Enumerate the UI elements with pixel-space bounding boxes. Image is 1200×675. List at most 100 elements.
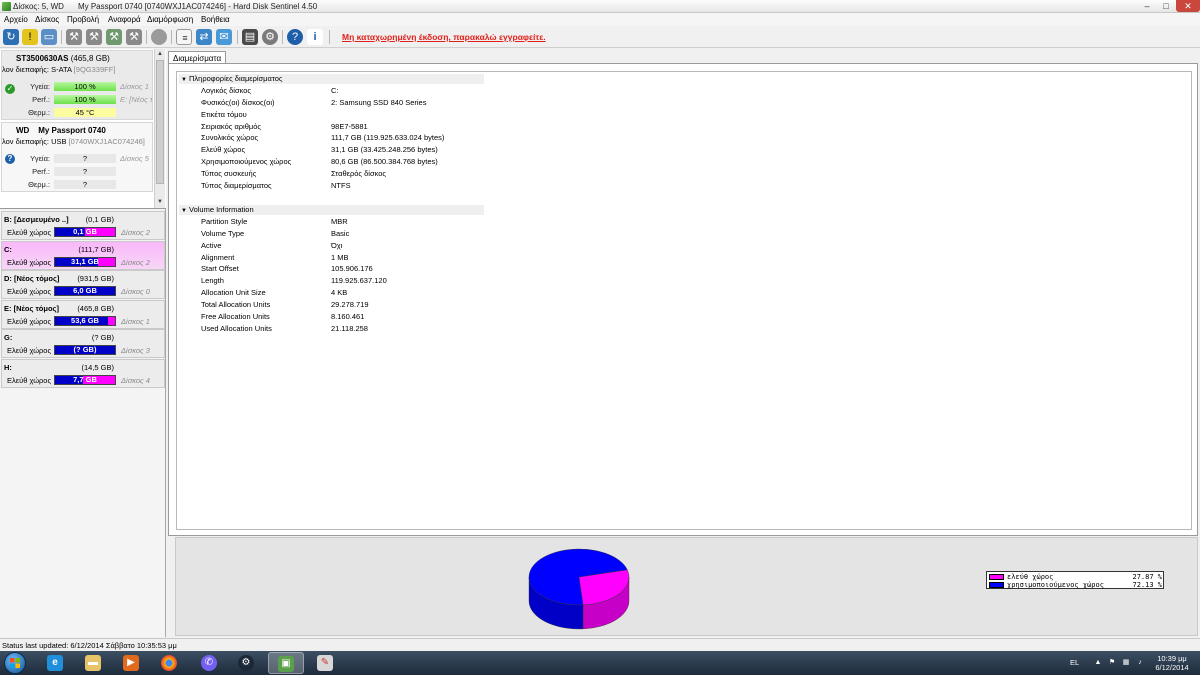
disk-card-2[interactable]: WD My Passport 0740 λον διεπαφής: USB [0… [1,122,153,192]
volume-item[interactable]: H: (14,5 GB) Ελεύθ χώρος 7,7 GB Δίσκος 4 [1,358,165,388]
show-hidden-icon[interactable]: ▲ [1094,659,1102,667]
volume-item[interactable]: D: [Νέος τόμος] (931,5 GB) Ελεύθ χώρος 6,0 … [1,270,165,299]
scroll-up-icon[interactable]: ▲ [155,49,165,59]
viber-icon: ✆ [201,655,217,671]
property-key: Ελεύθ χώρος [201,145,246,155]
refresh-icon[interactable]: ↻ [3,29,19,45]
disk-name: WD [16,126,30,135]
scroll-thumb[interactable] [156,60,164,184]
help-icon[interactable]: ? [287,29,303,45]
free-space-label: Ελεύθ χώρος [7,346,52,355]
disk-serial: [9QG339FF] [73,65,116,74]
taskbar-viber[interactable]: ✆ [192,652,228,674]
taskbar-explorer[interactable]: ▬ [76,652,112,674]
disk-list: ST3500630AS (465,8 GB) λον διεπαφής: S-A… [0,49,166,209]
minimize-button[interactable]: – [1138,0,1156,12]
menu-report[interactable]: Αναφορά [108,15,141,24]
property-key: Partition Style [201,217,248,226]
free-space-value: 31,1 GB [71,256,99,266]
clock-time: 10:39 μμ [1157,654,1187,663]
sync-icon[interactable]: ⇄ [196,29,212,45]
property-row: Τύπος συσκευής Σταθερός δίσκος [177,168,677,180]
disk-card-1[interactable]: ST3500630AS (465,8 GB) λον διεπαφής: S-A… [1,50,153,120]
taskbar-ie[interactable]: e [38,652,74,674]
volume-item[interactable]: B: [Δεσμευμένο ..] (0,1 GB) Ελεύθ χώρος 0,1… [1,211,165,240]
volume-info-header[interactable]: ▼ Volume Information [179,205,484,215]
volume-disk: Δίσκος 4 [121,375,150,385]
info-icon[interactable]: i [307,29,323,45]
tool-icon[interactable]: ⚒ [126,29,142,45]
volume-name: D: [Νέος τόμος] [4,274,60,283]
scroll-down-icon[interactable]: ▼ [155,197,165,207]
partition-info-header[interactable]: ▼ Πληροφορίες διαμερίσματος [179,74,484,84]
window-title-model: My Passport 0740 [0740WXJ1AC074246] [77,2,227,11]
volume-name: E: [Νέος τόμος] [4,303,59,313]
property-row: Alignment 1 MB [177,252,677,264]
taskbar-media-player[interactable]: ▶ [114,652,150,674]
volume-name: H: [4,362,12,372]
disk-model: My Passport 0740 [38,126,106,135]
network-icon[interactable]: ▦ [1122,659,1130,667]
warning-icon[interactable]: ! [22,29,38,45]
taskbar-hard-disk-sentinel[interactable]: ▣ [268,652,304,674]
menu-disk[interactable]: Δίσκος [35,15,59,24]
property-value: 21.118.258 [331,323,368,333]
taskbar-steam[interactable]: ⚙ [229,652,265,674]
volume-item[interactable]: C: (111,7 GB) Ελεύθ χώρος 31,1 GB Δίσκος 2 [1,240,165,270]
menu-configuration[interactable]: Διαμόρφωση [147,15,193,24]
registration-link[interactable]: Μη καταχωρημένη έκδοση, παρακαλώ εγγραφε… [342,32,546,42]
send-icon[interactable]: ✉ [216,29,232,45]
steam-icon: ⚙ [238,655,254,671]
interface-label: λον διεπαφής: [2,65,49,74]
language-indicator[interactable]: EL [1070,658,1079,667]
disk-test-icon[interactable]: ▭ [41,29,57,45]
perf-label: Perf.: [32,95,50,104]
property-row: Σειριακός αριθμός 98E7-5881 [177,121,677,133]
temp-label: Θερμ.: [28,108,50,117]
property-value: 105.906.176 [331,264,373,274]
disk-settings-icon[interactable]: ⚙ [262,29,278,45]
interface-value: S-ATA [51,65,72,74]
menu-help[interactable]: Βοήθεια [201,15,230,24]
clock[interactable]: 10:39 μμ 6/12/2014 [1152,654,1192,672]
legend-label-free: ελεύθ χώρος [1007,573,1054,581]
menu-view[interactable]: Προβολή [67,15,99,24]
legend-item-used: χρησιμοποιούμενος χώρος 72.13 % [989,581,1163,589]
partition-info-area: ▼ Πληροφορίες διαμερίσματος Λογικός δίσκο… [176,71,1192,530]
report-icon[interactable]: ≡ [176,29,192,45]
action-center-icon[interactable]: ⚑ [1108,659,1116,667]
disk-list-scrollbar[interactable]: ▲ ▼ [154,49,165,208]
disk-serial: [0740WXJ1AC074246] [68,137,145,146]
free-space-label: Ελεύθ χώρος [7,228,52,237]
free-space-label: Ελεύθ χώρος [7,287,52,296]
property-key: Active [201,240,222,250]
property-value: Σταθερός δίσκος [331,168,387,178]
close-button[interactable]: ✕ [1176,0,1200,12]
volume-item[interactable]: G: (? GB) Ελεύθ χώρος (? GB) Δίσκος 3 [1,329,165,358]
property-value: C: [331,86,339,95]
property-value: 29.278.719 [331,299,369,309]
disk-icon[interactable] [151,29,167,45]
legend-value-used: 72.13 % [1132,581,1162,589]
health-label: Υγεία: [30,82,50,91]
tool-icon[interactable]: ⚒ [106,29,122,45]
volume-item[interactable]: E: [Νέος τόμος] (465,8 GB) Ελεύθ χώρος 53,6… [1,299,165,329]
start-button[interactable] [4,652,26,674]
property-row: Χρησιμοποιούμενος χώρος 80,6 GB (86.500.3… [177,156,677,168]
monitor-icon[interactable]: ▤ [242,29,258,45]
menu-file[interactable]: Αρχείο [4,15,28,24]
tool-icon[interactable]: ⚒ [66,29,82,45]
health-label: Υγεία: [30,154,50,163]
volume-icon[interactable]: ♪ [1136,659,1144,667]
maximize-button[interactable]: □ [1157,0,1175,12]
collapse-icon: ▼ [181,208,187,214]
windows-logo-icon [10,658,20,668]
property-key: Λογικός δίσκος [201,86,252,95]
collapse-icon: ▼ [181,77,187,83]
temp-label: Θερμ.: [28,180,50,189]
tool-icon[interactable]: ⚒ [86,29,102,45]
health-extra: Δίσκος 1 [120,82,149,91]
taskbar-paint[interactable]: ✎ [308,652,344,674]
taskbar-chrome[interactable] [152,652,188,674]
status-text: Status last updated: 6/12/2014 Σάββατο 1… [2,641,177,650]
